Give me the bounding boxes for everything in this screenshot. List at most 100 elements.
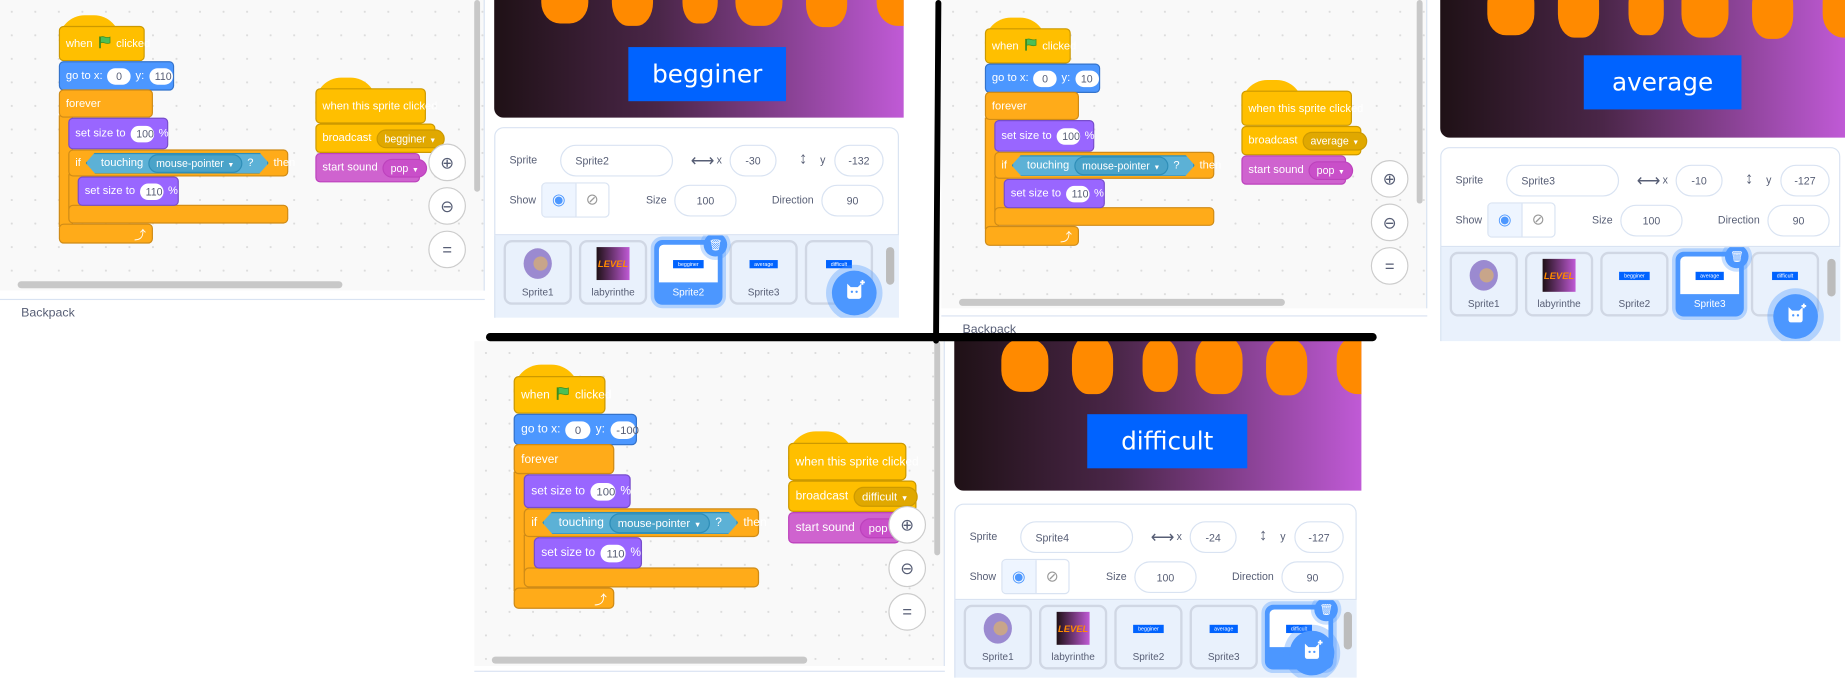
delete-sprite-button[interactable]: 🗑: [1724, 247, 1749, 269]
visibility-toggle[interactable]: ◉ ⊘: [541, 182, 610, 218]
sprite-tile-labyrinthe[interactable]: LEVEL labyrinthe: [578, 240, 648, 305]
size-field[interactable]: 100: [1134, 561, 1197, 594]
horizontal-scrollbar[interactable]: [491, 656, 808, 664]
y-field[interactable]: -127: [1294, 521, 1344, 554]
sprite-name-field[interactable]: Sprite3: [1506, 164, 1620, 197]
backpack[interactable]: Backpack: [474, 670, 945, 678]
choose-sprite-button[interactable]: [1289, 630, 1335, 676]
sprite-tile-Sprite3[interactable]: average Sprite3: [729, 240, 798, 305]
x-input[interactable]: 0: [565, 420, 591, 439]
forever-block[interactable]: forever: [984, 91, 1079, 121]
delete-sprite-button[interactable]: 🗑: [1314, 600, 1338, 622]
horizontal-scrollbar[interactable]: [17, 281, 343, 289]
touch-target-dropdown[interactable]: mouse-pointer ▼: [1074, 156, 1169, 175]
size-input[interactable]: 100: [1056, 127, 1080, 145]
level-button-begginer[interactable]: begginer: [628, 47, 787, 102]
size-input[interactable]: 110: [1065, 185, 1090, 202]
set-size-block-inner[interactable]: set size to 110%: [77, 176, 179, 206]
sprite-tile-Sprite2[interactable]: begginer Sprite2: [1114, 604, 1183, 670]
set-size-block[interactable]: set size to 100%: [523, 474, 631, 509]
zoom-out-button[interactable]: ⊖: [428, 187, 466, 225]
show-eye-icon[interactable]: ◉: [1488, 203, 1523, 237]
size-input[interactable]: 110: [139, 182, 164, 200]
y-field[interactable]: -127: [1780, 164, 1830, 197]
horizontal-scrollbar[interactable]: [958, 298, 1285, 306]
show-eye-icon[interactable]: ◉: [1002, 560, 1037, 594]
when-sprite-clicked-block[interactable]: when this sprite clicked: [315, 77, 437, 124]
if-then-block[interactable]: if touching mouse-pointer ▼? then: [68, 149, 295, 177]
set-size-block[interactable]: set size to 100%: [68, 117, 169, 150]
y-input[interactable]: 110: [148, 67, 173, 85]
size-field[interactable]: 100: [1620, 204, 1683, 237]
reset-zoom-button[interactable]: =: [428, 230, 466, 269]
sprite-tile-Sprite2[interactable]: begginer Sprite2: [1600, 251, 1669, 317]
touching-condition[interactable]: touching mouse-pointer ▼?: [1012, 155, 1195, 176]
touching-condition[interactable]: touching mouse-pointer ▼?: [542, 511, 738, 534]
if-then-block[interactable]: if touching mouse-pointer ▼? then: [523, 508, 767, 538]
broadcast-block[interactable]: broadcast average ▼: [1241, 125, 1368, 156]
sprite-tile-Sprite3[interactable]: average Sprite3: [1189, 604, 1258, 670]
x-input[interactable]: 0: [1033, 70, 1057, 87]
go-to-xy-block[interactable]: go to x: 0 y: -100: [513, 413, 639, 446]
x-input[interactable]: 0: [107, 67, 131, 85]
broadcast-block[interactable]: broadcast begginer ▼: [315, 123, 445, 153]
set-size-block-inner[interactable]: set size to 110%: [1003, 178, 1105, 209]
reset-zoom-button[interactable]: =: [1370, 247, 1409, 285]
when-sprite-clicked-block[interactable]: when this sprite clicked: [788, 431, 919, 481]
visibility-toggle[interactable]: ◉ ⊘: [1001, 558, 1070, 595]
sprite-name-field[interactable]: Sprite4: [1020, 521, 1134, 554]
zoom-in-button[interactable]: ⊕: [888, 505, 927, 544]
direction-field[interactable]: 90: [821, 184, 884, 217]
sprite-tile-Sprite1[interactable]: Sprite1: [503, 240, 572, 305]
hide-eye-icon[interactable]: ⊘: [1036, 560, 1068, 593]
forever-block[interactable]: forever: [58, 89, 153, 118]
start-sound-block[interactable]: start soundpop▼: [788, 511, 908, 544]
when-flag-clicked-block[interactable]: when clicked: [58, 15, 150, 62]
sprite-tile-labyrinthe[interactable]: LEVEL labyrinthe: [1524, 251, 1594, 317]
sprite-name-field[interactable]: Sprite2: [560, 144, 674, 177]
when-sprite-clicked-block[interactable]: when this sprite clicked: [1241, 80, 1363, 126]
sound-dropdown[interactable]: pop▼: [1308, 160, 1354, 180]
sprite-tile-Sprite1[interactable]: Sprite1: [1449, 251, 1518, 317]
visibility-toggle[interactable]: ◉ ⊘: [1487, 202, 1556, 238]
x-field[interactable]: -10: [1675, 164, 1723, 197]
stage[interactable]: begginer: [494, 0, 904, 118]
y-input[interactable]: 10: [1074, 70, 1099, 87]
touching-condition[interactable]: touching mouse-pointer ▼?: [86, 152, 269, 173]
y-input[interactable]: -100: [610, 420, 639, 439]
message-dropdown[interactable]: average ▼: [1302, 131, 1368, 151]
delete-sprite-button[interactable]: 🗑: [703, 235, 728, 257]
zoom-out-button[interactable]: ⊖: [888, 549, 927, 588]
size-input[interactable]: 100: [590, 482, 615, 501]
zoom-in-button[interactable]: ⊕: [1370, 160, 1409, 198]
zoom-in-button[interactable]: ⊕: [428, 143, 466, 182]
size-input[interactable]: 110: [600, 544, 626, 562]
direction-field[interactable]: 90: [1281, 561, 1344, 594]
touch-target-dropdown[interactable]: mouse-pointer ▼: [609, 513, 710, 533]
start-sound-block[interactable]: start soundpop▼: [1241, 155, 1354, 185]
start-sound-block[interactable]: start soundpop▼: [315, 152, 428, 183]
hide-eye-icon[interactable]: ⊘: [1522, 204, 1554, 237]
go-to-xy-block[interactable]: go to x: 0 y: 10: [984, 63, 1101, 93]
size-input[interactable]: 100: [130, 125, 154, 142]
sprite-list-scrollbar[interactable]: [1343, 611, 1352, 650]
sprite-list-scrollbar[interactable]: [886, 247, 895, 285]
hide-eye-icon[interactable]: ⊘: [576, 184, 608, 217]
set-size-block[interactable]: set size to 100%: [994, 120, 1095, 152]
set-size-block-inner[interactable]: set size to 110%: [533, 537, 643, 569]
x-field[interactable]: -24: [1189, 521, 1237, 554]
zoom-out-button[interactable]: ⊖: [1370, 203, 1409, 242]
level-button-average[interactable]: average: [1583, 55, 1742, 110]
message-dropdown[interactable]: difficult ▼: [853, 486, 918, 507]
level-button-difficult[interactable]: difficult: [1087, 414, 1248, 469]
choose-sprite-button[interactable]: [1773, 294, 1818, 339]
stage[interactable]: difficult: [954, 332, 1362, 491]
sprite-list-scrollbar[interactable]: [1827, 258, 1836, 297]
when-flag-clicked-block[interactable]: when clicked: [984, 17, 1076, 64]
reset-zoom-button[interactable]: =: [888, 593, 927, 631]
size-field[interactable]: 100: [674, 184, 737, 217]
stage[interactable]: average: [1440, 0, 1845, 138]
forever-block[interactable]: forever: [513, 443, 615, 475]
sound-dropdown[interactable]: pop▼: [382, 158, 428, 178]
show-eye-icon[interactable]: ◉: [542, 183, 576, 217]
